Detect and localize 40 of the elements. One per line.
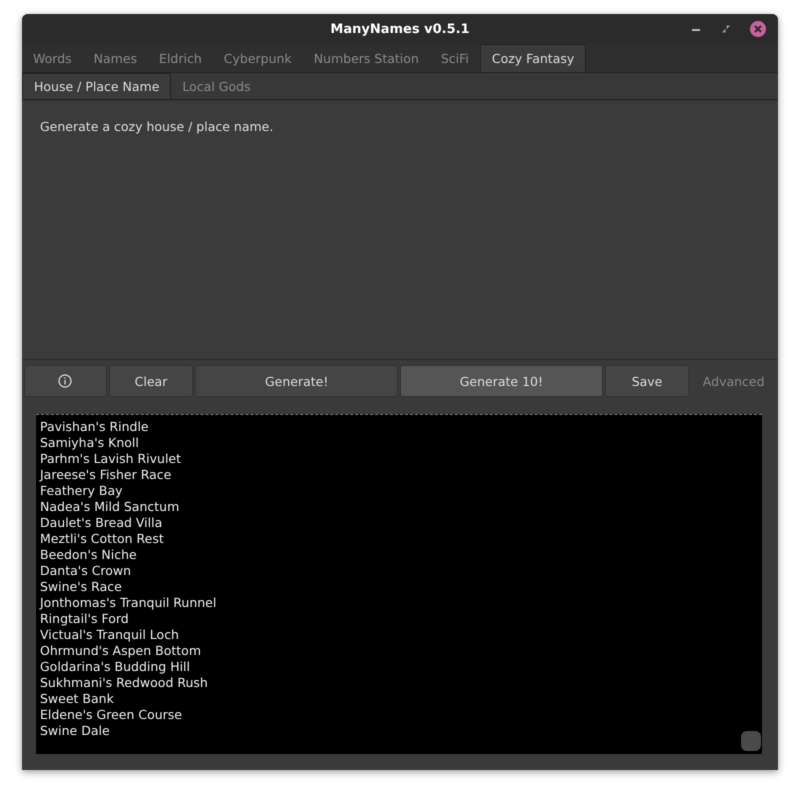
window-title: ManyNames v0.5.1 [330, 22, 470, 36]
generated-name: Eldene's Green Course [40, 707, 183, 723]
generated-name: Samiyha's Knoll [40, 435, 140, 451]
tab[interactable]: Names [82, 44, 148, 72]
generated-name: Ohrmund's Aspen Bottom [40, 643, 202, 659]
generated-name: Swine's Race [40, 579, 123, 595]
generated-name: Pavishan's Rindle [40, 419, 150, 435]
generated-name: Ringtail's Ford [40, 611, 130, 627]
description-text: Generate a cozy house / place name. [40, 119, 274, 134]
generated-name: Nadea's Mild Sanctum [40, 499, 180, 515]
info-button[interactable] [24, 365, 107, 397]
tab[interactable]: House / Place Name [22, 73, 172, 99]
generated-name: Beedon's Niche [40, 547, 138, 563]
close-icon[interactable] [750, 21, 766, 37]
generated-name: Victual's Tranquil Loch [40, 627, 180, 643]
tab[interactable]: Numbers Station [302, 44, 430, 72]
action-button[interactable]: Clear [108, 365, 194, 397]
generated-name: Parhm's Lavish Rivulet [40, 451, 182, 467]
tab[interactable]: Eldrich [148, 44, 213, 72]
resize-handle[interactable] [741, 731, 761, 751]
generated-name: Jareese's Fisher Race [40, 467, 172, 483]
action-button[interactable]: Save [604, 365, 690, 397]
tab[interactable]: SciFi [430, 44, 480, 72]
generated-name: Feathery Bay [40, 483, 124, 499]
action-button[interactable]: Generate! [195, 365, 398, 397]
generated-name: Sukhmani's Redwood Rush [40, 675, 209, 691]
generated-name: Swine Dale [40, 723, 111, 739]
tab[interactable]: Words [22, 44, 83, 72]
tab[interactable]: Cyberpunk [212, 44, 303, 72]
info-icon [58, 374, 72, 388]
generated-name: Danta's Crown [40, 563, 132, 579]
generated-name: Meztli's Cotton Rest [40, 531, 165, 547]
action-button[interactable]: Generate 10! [400, 365, 603, 397]
tab[interactable]: Local Gods [171, 73, 262, 99]
maximize-icon[interactable] [720, 23, 732, 35]
tab[interactable]: Cozy Fantasy [480, 44, 586, 72]
generated-name: Sweet Bank [40, 691, 115, 707]
generated-name: Goldarina's Budding Hill [40, 659, 192, 675]
generated-name: Daulet's Bread Villa [40, 515, 164, 531]
generated-name: Jonthomas's Tranquil Runnel [40, 595, 218, 611]
